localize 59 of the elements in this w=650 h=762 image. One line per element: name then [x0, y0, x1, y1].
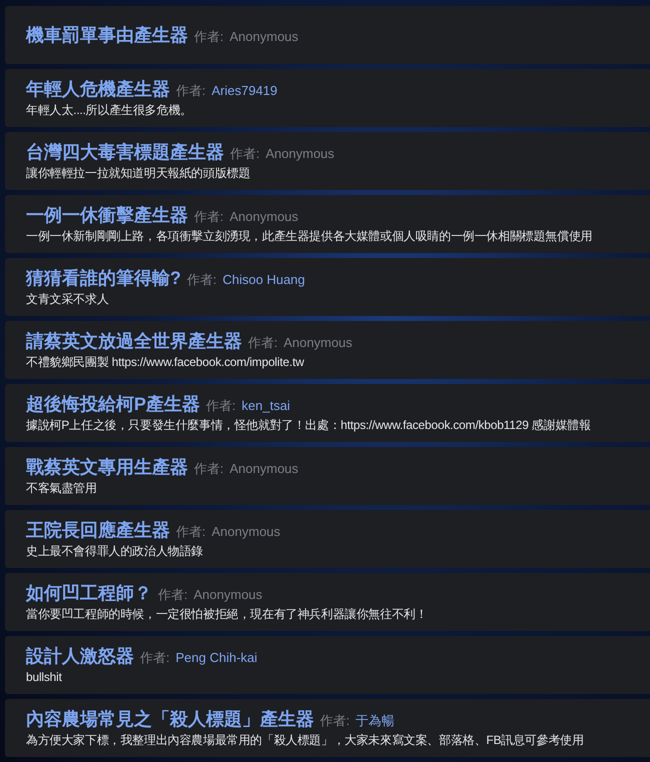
author-label: 作者:	[194, 461, 224, 477]
generator-description: 為方便大家下標，我整理出內容農場最常用的「殺人標題」，大家未來寫文案、部落格、FB訊息可參考使用	[26, 733, 585, 748]
author-label: 作者:	[230, 146, 260, 162]
generator-title[interactable]: 王院長回應產生器	[26, 519, 170, 541]
author-link[interactable]: 于為暢	[356, 713, 395, 729]
generator-description: 據說柯P上任之後，只要發生什麼事情，怪他就對了！出處：https://www.facebook.com/kbob1129 感謝媒體報	[26, 418, 592, 433]
generator-title[interactable]: 超後悔投給柯P產生器	[26, 393, 200, 415]
generator-card[interactable]: 一例一休衝擊產生器 作者: Anonymous 一例一休新制剛剛上路，各項衝擊立刻湧現，此產生器提供各大媒體或個人吸睛的一例一休相關標題無償使用	[5, 195, 650, 253]
author-name: Anonymous	[230, 29, 298, 45]
generator-description: 年輕人太....所以產生很多危機。	[26, 103, 193, 118]
generator-title[interactable]: 戰蔡英文專用生產器	[26, 456, 188, 478]
author-link[interactable]: Chisoo Huang	[222, 272, 306, 288]
generator-card[interactable]: 戰蔡英文專用生產器 作者: Anonymous 不客氣盡管用	[5, 447, 650, 505]
author-name: Anonymous	[230, 209, 298, 225]
author-label: 作者:	[206, 398, 236, 414]
generator-description: 史上最不會得罪人的政治人物語錄	[26, 544, 204, 559]
author-label: 作者:	[176, 524, 206, 540]
generator-card[interactable]: 年輕人危機產生器 作者: Aries79419 年輕人太....所以產生很多危機。	[5, 69, 650, 127]
author-label: 作者:	[176, 83, 206, 99]
generator-description: 不客氣盡管用	[26, 481, 98, 496]
author-label: 作者:	[194, 209, 224, 225]
generator-description: 一例一休新制剛剛上路，各項衝擊立刻湧現，此產生器提供各大媒體或個人吸睛的一例一休相關標題無償使用	[26, 229, 594, 244]
author-label: 作者:	[187, 272, 217, 288]
author-link[interactable]: ken_tsai	[242, 398, 290, 414]
author-label: 作者:	[140, 650, 170, 666]
generator-title[interactable]: 猜猜看誰的筆得輸?	[26, 267, 181, 289]
generator-description: 文青文采不求人	[26, 292, 110, 307]
generator-card[interactable]: 機車罰單事由產生器 作者: Anonymous	[5, 6, 650, 64]
generator-card[interactable]: 請蔡英文放過全世界產生器 作者: Anonymous 不禮貌鄉民團製 https://www.facebook.com/impolite.tw	[5, 321, 650, 379]
generator-title[interactable]: 一例一休衝擊產生器	[26, 204, 188, 226]
generator-title[interactable]: 內容農場常見之「殺人標題」產生器	[26, 708, 314, 730]
generator-title[interactable]: 請蔡英文放過全世界產生器	[26, 330, 242, 352]
generator-card[interactable]: 王院長回應產生器 作者: Anonymous 史上最不會得罪人的政治人物語錄	[5, 510, 650, 568]
generator-description: 當你要凹工程師的時候，一定很怕被拒絕，現在有了神兵利器讓你無往不利！	[26, 607, 428, 622]
generator-card[interactable]: 設計人激怒器 作者: Peng Chih-kai bullshit	[5, 636, 650, 694]
generator-description: 讓你輕輕拉一拉就知道明天報紙的頭版標題	[26, 166, 252, 181]
author-label: 作者:	[320, 713, 350, 729]
generator-card[interactable]: 如何凹工程師？ 作者: Anonymous 當你要凹工程師的時候，一定很怕被拒絕，現在有了神兵利器讓你無往不利！	[5, 573, 650, 631]
generator-title[interactable]: 如何凹工程師？	[26, 582, 152, 604]
generator-card[interactable]: 猜猜看誰的筆得輸? 作者: Chisoo Huang 文青文采不求人	[5, 258, 650, 316]
generator-title[interactable]: 台灣四大毒害標題產生器	[26, 141, 224, 163]
generator-title[interactable]: 年輕人危機產生器	[26, 78, 170, 100]
author-name: Anonymous	[284, 335, 352, 351]
author-name: Anonymous	[266, 146, 334, 162]
generator-card[interactable]: 內容農場常見之「殺人標題」產生器 作者: 于為暢 為方便大家下標，我整理出內容農場最常用的「殺人標題」，大家未來寫文案、部落格、FB訊息可參考使用	[5, 699, 650, 757]
generator-title[interactable]: 設計人激怒器	[26, 645, 134, 667]
author-label: 作者:	[158, 587, 188, 603]
author-link[interactable]: Peng Chih-kai	[176, 650, 258, 666]
author-name: Anonymous	[212, 524, 280, 540]
author-name: Anonymous	[230, 461, 298, 477]
author-name: Anonymous	[194, 587, 262, 603]
generator-description: 不禮貌鄉民團製 https://www.facebook.com/impolite.tw	[26, 355, 306, 370]
author-link[interactable]: Aries79419	[212, 83, 278, 99]
author-label: 作者:	[194, 29, 224, 45]
generator-description: bullshit	[26, 670, 63, 685]
generator-card[interactable]: 台灣四大毒害標題產生器 作者: Anonymous 讓你輕輕拉一拉就知道明天報紙的頭版標題	[5, 132, 650, 190]
author-label: 作者:	[248, 335, 278, 351]
generator-title[interactable]: 機車罰單事由產生器	[26, 24, 188, 46]
generator-card[interactable]: 超後悔投給柯P產生器 作者: ken_tsai 據說柯P上任之後，只要發生什麼事情，怪他就對了！出處：https://www.facebook.com/kbob1129 感謝媒體報	[5, 384, 650, 442]
